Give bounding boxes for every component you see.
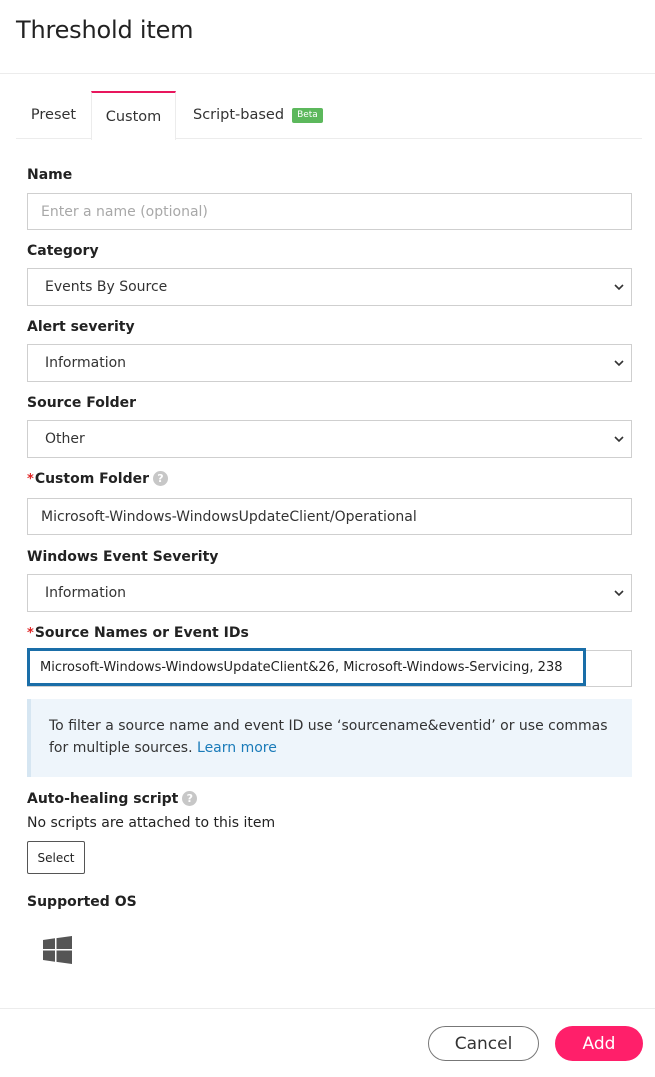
windows-icon bbox=[43, 936, 72, 964]
source-folder-select[interactable]: Other bbox=[27, 420, 632, 458]
tab-script-based[interactable]: Script-based Beta bbox=[176, 91, 336, 139]
tab-preset-label: Preset bbox=[30, 107, 77, 123]
source-names-label: *Source Names or Event IDs bbox=[27, 625, 249, 641]
info-text: To filter a source name and event ID use… bbox=[49, 718, 608, 756]
windows-event-severity-label: Windows Event Severity bbox=[27, 549, 219, 565]
alert-severity-label: Alert severity bbox=[27, 319, 135, 335]
required-marker: * bbox=[27, 472, 34, 487]
add-button[interactable]: Add bbox=[555, 1026, 643, 1061]
info-callout: To filter a source name and event ID use… bbox=[27, 699, 632, 777]
learn-more-link[interactable]: Learn more bbox=[197, 740, 277, 756]
chevron-down-icon bbox=[614, 360, 624, 367]
dialog-title: Threshold item bbox=[16, 16, 194, 44]
help-icon[interactable]: ? bbox=[153, 471, 168, 486]
category-label: Category bbox=[27, 243, 99, 259]
cancel-button[interactable]: Cancel bbox=[428, 1026, 539, 1061]
auto-healing-label: Auto-healing script? bbox=[27, 791, 198, 807]
name-placeholder: Enter a name (optional) bbox=[41, 203, 208, 220]
required-marker: * bbox=[27, 626, 34, 641]
alert-severity-value: Information bbox=[45, 355, 127, 371]
tab-bar: Preset Custom Script-based Beta bbox=[16, 91, 642, 140]
custom-folder-input[interactable]: Microsoft-Windows-WindowsUpdateClient/Op… bbox=[27, 498, 632, 535]
custom-folder-label: *Custom Folder? bbox=[27, 471, 168, 487]
source-folder-label: Source Folder bbox=[27, 395, 137, 411]
tab-preset[interactable]: Preset bbox=[16, 91, 91, 139]
supported-os-label: Supported OS bbox=[27, 894, 137, 910]
dialog-header: Threshold item bbox=[0, 0, 655, 74]
tab-custom[interactable]: Custom bbox=[91, 91, 176, 140]
name-label: Name bbox=[27, 167, 73, 183]
auto-healing-status: No scripts are attached to this item bbox=[27, 815, 276, 831]
windows-event-severity-value: Information bbox=[45, 585, 127, 601]
source-names-input[interactable]: Microsoft-Windows-WindowsUpdateClient&26… bbox=[27, 648, 586, 686]
tab-script-based-label: Script-based bbox=[193, 107, 285, 123]
help-icon[interactable]: ? bbox=[182, 791, 198, 806]
windows-event-severity-select[interactable]: Information bbox=[27, 574, 632, 612]
chevron-down-icon bbox=[614, 284, 624, 291]
alert-severity-select[interactable]: Information bbox=[27, 344, 632, 382]
beta-badge: Beta bbox=[292, 107, 323, 123]
chevron-down-icon bbox=[614, 590, 624, 597]
chevron-down-icon bbox=[614, 436, 624, 443]
category-value: Events By Source bbox=[45, 279, 168, 295]
source-folder-value: Other bbox=[45, 431, 85, 447]
custom-folder-value: Microsoft-Windows-WindowsUpdateClient/Op… bbox=[41, 508, 417, 525]
auto-healing-label-text: Auto-healing script bbox=[27, 791, 179, 807]
category-select[interactable]: Events By Source bbox=[27, 268, 632, 306]
source-names-label-text: Source Names or Event IDs bbox=[34, 625, 249, 641]
select-script-button[interactable]: Select bbox=[27, 841, 85, 874]
custom-folder-label-text: Custom Folder bbox=[34, 471, 149, 487]
tab-custom-label: Custom bbox=[105, 108, 162, 125]
name-input[interactable]: Enter a name (optional) bbox=[27, 193, 632, 230]
source-names-value: Microsoft-Windows-WindowsUpdateClient&26… bbox=[40, 659, 563, 675]
